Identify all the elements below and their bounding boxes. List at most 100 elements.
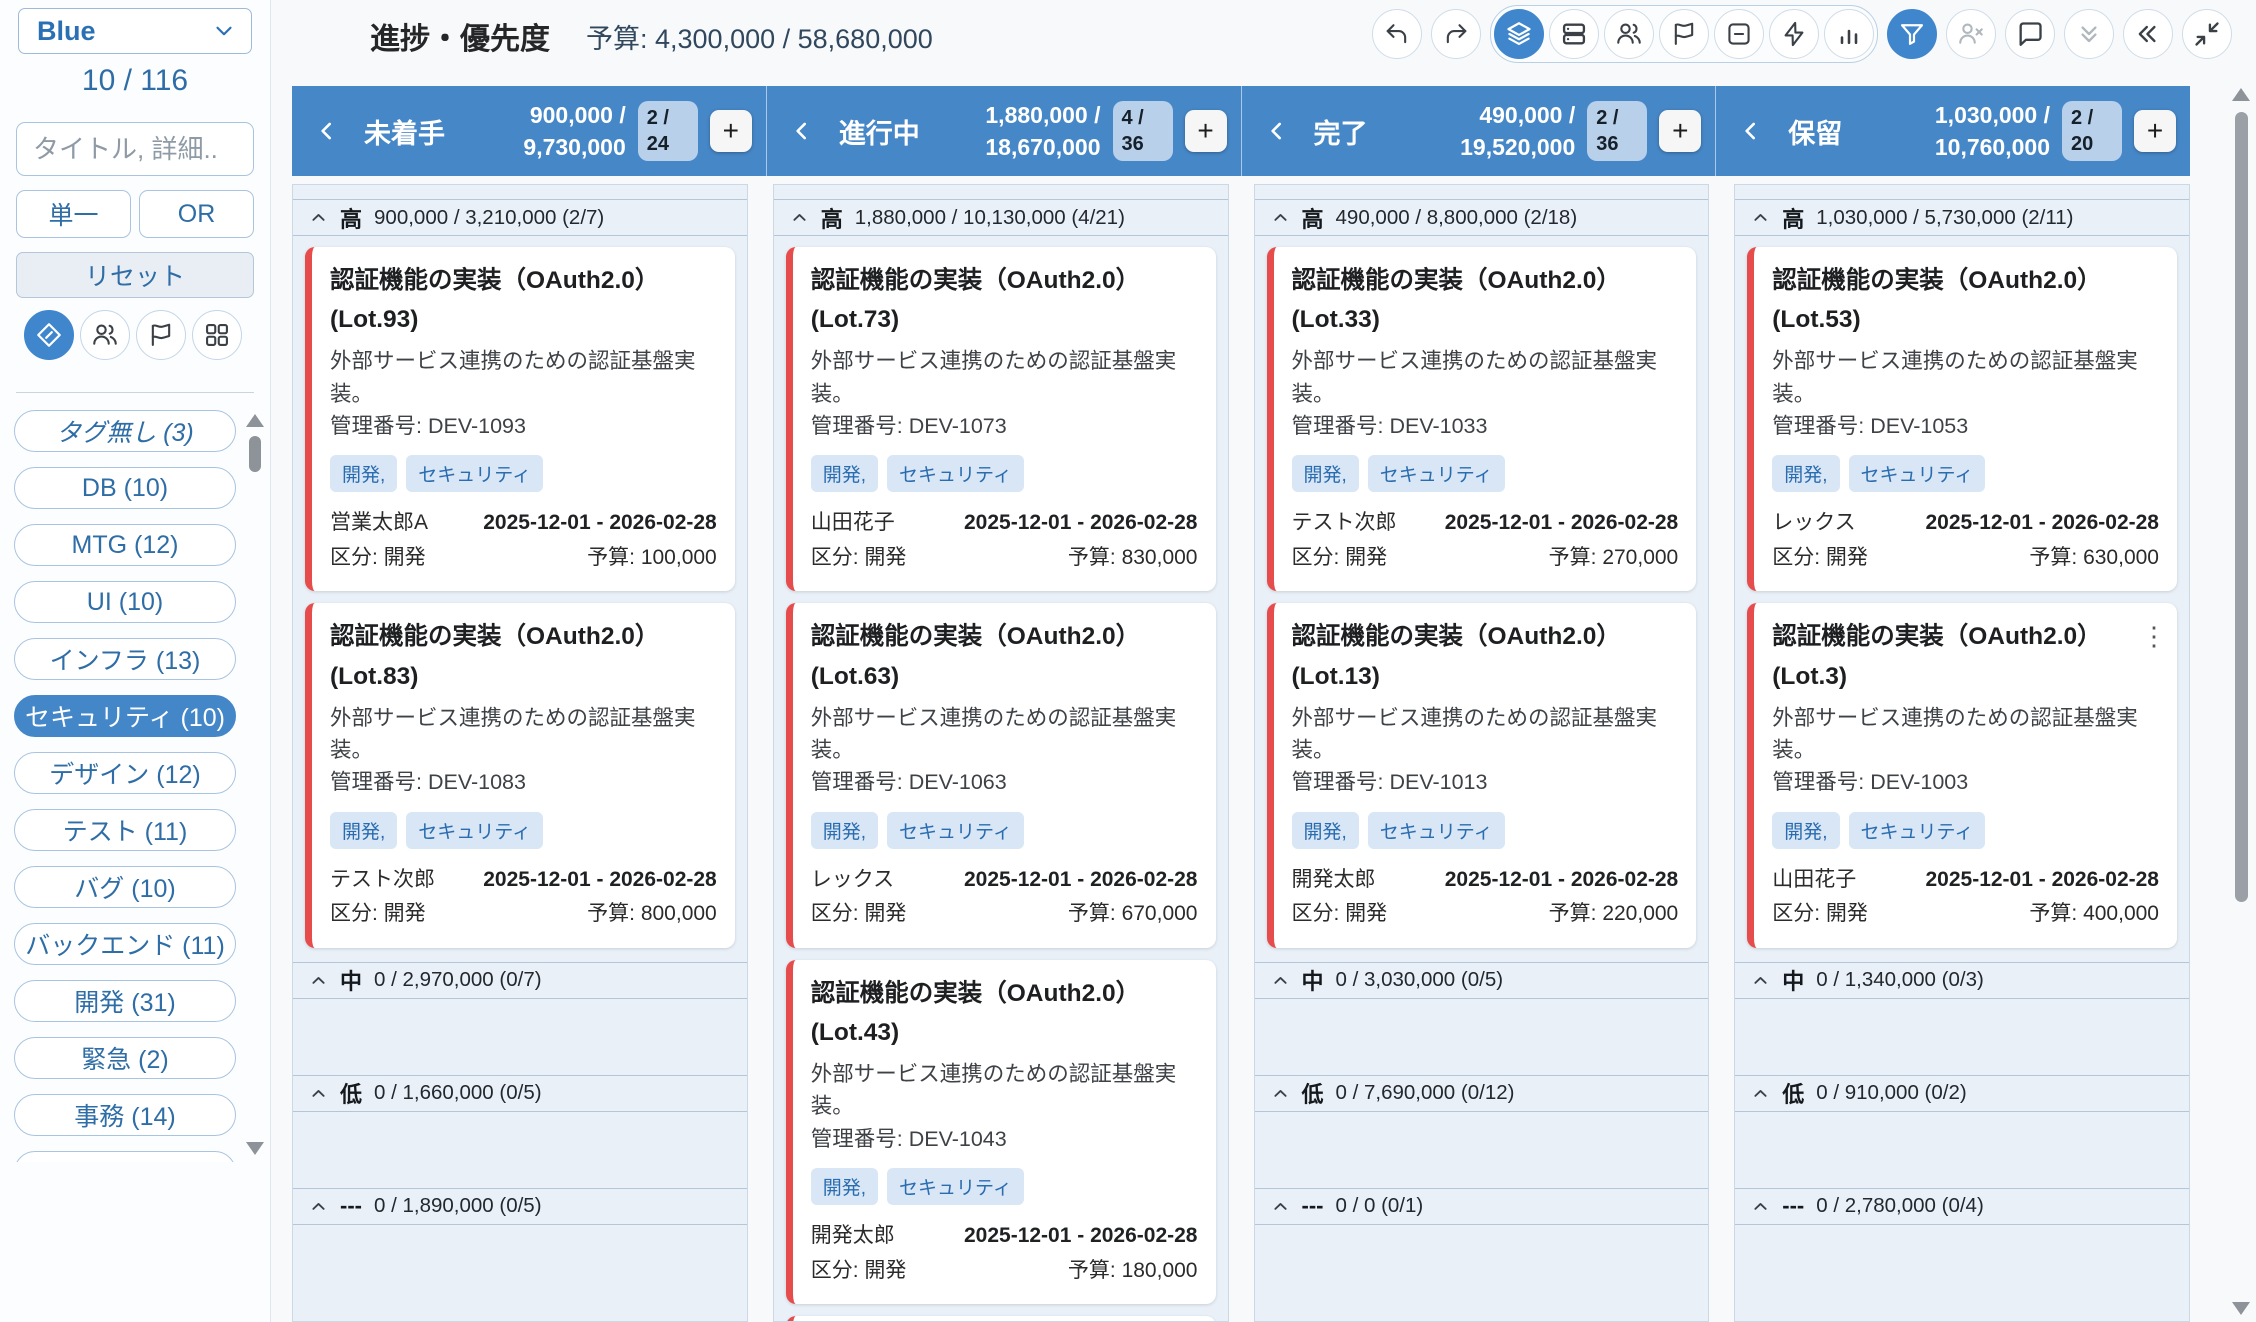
empty-group-dropzone[interactable] (1255, 999, 1709, 1061)
column-collapse-chevron-left-icon[interactable] (789, 118, 815, 144)
bar-chart-button[interactable] (1824, 9, 1874, 59)
minimize-button[interactable] (2182, 9, 2232, 59)
add-card-button[interactable]: + (1659, 110, 1701, 152)
filter-button[interactable] (1887, 9, 1937, 59)
minus-square-button[interactable] (1714, 9, 1764, 59)
chevrons-down-button[interactable] (2064, 9, 2114, 59)
tag-pill[interactable]: 緊急 (2) (14, 1037, 236, 1079)
card-tag-chip: 開発, (811, 812, 878, 849)
tag-pill[interactable]: DB (10) (14, 467, 236, 509)
priority-group-header[interactable]: 高490,000 / 8,800,000 (2/18) (1255, 199, 1709, 236)
card-tag-chip: 開発, (1292, 812, 1359, 849)
sidebar-scroll-up-arrow[interactable] (246, 414, 264, 427)
grid-filter-button[interactable] (192, 310, 242, 360)
board-scroll-down-arrow[interactable] (2232, 1302, 2250, 1315)
task-card[interactable]: 認証機能の実装（OAuth2.0）(Lot.23)外部サービス連携のための認証基… (786, 1316, 1216, 1322)
chevrons-left-button[interactable] (2123, 9, 2173, 59)
add-card-button[interactable]: + (1185, 110, 1227, 152)
tag-pill[interactable]: 開発 (31) (14, 980, 236, 1022)
or-mode-button[interactable]: OR (139, 190, 254, 238)
task-card[interactable]: 認証機能の実装（OAuth2.0）(Lot.43)外部サービス連携のための認証基… (786, 960, 1216, 1304)
empty-group-dropzone[interactable] (1735, 999, 2189, 1061)
card-dates: 2025-12-01 - 2026-02-28 (1925, 863, 2159, 898)
tag-filter-button[interactable] (24, 310, 74, 360)
redo-button[interactable] (1431, 9, 1481, 59)
task-card[interactable]: 認証機能の実装（OAuth2.0）(Lot.73)外部サービス連携のための認証基… (786, 247, 1216, 591)
user-x-button[interactable] (1946, 9, 1996, 59)
task-card[interactable]: 認証機能の実装（OAuth2.0）(Lot.83)外部サービス連携のための認証基… (305, 603, 735, 947)
user-x-icon (1957, 20, 1985, 48)
message-button[interactable] (2005, 9, 2055, 59)
card-assignee: 山田花子 (1772, 863, 1856, 898)
empty-group-dropzone[interactable] (1255, 1112, 1709, 1174)
tag-pill[interactable]: MTG (12) (14, 524, 236, 566)
board-scrollbar-thumb[interactable] (2235, 112, 2248, 902)
priority-group-header[interactable]: 高1,880,000 / 10,130,000 (4/21) (774, 199, 1228, 236)
empty-group-dropzone[interactable] (293, 1225, 747, 1287)
priority-label: 中 (1782, 964, 1804, 996)
priority-group-header[interactable]: 高900,000 / 3,210,000 (2/7) (293, 199, 747, 236)
tag-pill[interactable]: デザイン (12) (14, 752, 236, 794)
layers-button[interactable] (1494, 9, 1544, 59)
flag-filter-button[interactable] (136, 310, 186, 360)
reset-button[interactable]: リセット (16, 252, 254, 298)
board-scroll-up-arrow[interactable] (2232, 88, 2250, 101)
add-card-button[interactable]: + (2134, 110, 2176, 152)
column-name: 保留 (1788, 112, 1842, 151)
theme-select[interactable]: Blue (18, 8, 252, 54)
priority-group-header[interactable]: 中0 / 2,970,000 (0/7) (293, 962, 747, 999)
tag-pill[interactable]: テスト (11) (14, 809, 236, 851)
card-budget: 予算: 180,000 (1068, 1254, 1198, 1289)
zap-button[interactable] (1769, 9, 1819, 59)
tag-pill[interactable]: UI (10) (14, 581, 236, 623)
task-card[interactable]: 認証機能の実装（OAuth2.0）(Lot.63)外部サービス連携のための認証基… (786, 603, 1216, 947)
task-card[interactable]: 認証機能の実装（OAuth2.0）(Lot.53)外部サービス連携のための認証基… (1747, 247, 2177, 591)
priority-group-header[interactable]: ---0 / 1,890,000 (0/5) (293, 1188, 747, 1225)
task-card[interactable]: 認証機能の実装（OAuth2.0）(Lot.33)外部サービス連携のための認証基… (1267, 247, 1697, 591)
task-card[interactable]: 認証機能の実装（OAuth2.0）(Lot.3)外部サービス連携のための認証基盤… (1747, 603, 2177, 947)
priority-group-header[interactable]: 中0 / 3,030,000 (0/5) (1255, 962, 1709, 999)
priority-group-header[interactable]: 低0 / 7,690,000 (0/12) (1255, 1075, 1709, 1112)
priority-group-header[interactable]: 低0 / 910,000 (0/2) (1735, 1075, 2189, 1112)
priority-group-header[interactable]: ---0 / 2,780,000 (0/4) (1735, 1188, 2189, 1225)
undo-button[interactable] (1372, 9, 1422, 59)
priority-group-header[interactable]: 高1,030,000 / 5,730,000 (2/11) (1735, 199, 2189, 236)
card-dates: 2025-12-01 - 2026-02-28 (964, 863, 1198, 898)
card-meta: テスト次郎2025-12-01 - 2026-02-28区分: 開発予算: 80… (330, 863, 717, 932)
rows-button[interactable] (1549, 9, 1599, 59)
tag-pill[interactable]: バックエンド (11) (14, 923, 236, 965)
priority-group-header[interactable]: 中0 / 1,340,000 (0/3) (1735, 962, 2189, 999)
card-title: 認証機能の実装（OAuth2.0）(Lot.53) (1772, 261, 2159, 339)
card-dates: 2025-12-01 - 2026-02-28 (964, 1219, 1198, 1254)
empty-group-dropzone[interactable] (293, 1112, 747, 1174)
single-mode-button[interactable]: 単一 (16, 190, 131, 238)
tag-pill-partial[interactable] (14, 1151, 236, 1162)
empty-group-dropzone[interactable] (1735, 1225, 2189, 1287)
search-input[interactable] (16, 122, 254, 176)
column-collapse-chevron-left-icon[interactable] (1264, 118, 1290, 144)
empty-group-dropzone[interactable] (293, 999, 747, 1061)
users-button[interactable] (1604, 9, 1654, 59)
priority-group-header[interactable]: 低0 / 1,660,000 (0/5) (293, 1075, 747, 1112)
tag-pill[interactable]: タグ無し (3) (14, 410, 236, 452)
tag-pill[interactable]: セキュリティ (10) (14, 695, 236, 737)
empty-group-dropzone[interactable] (1255, 1225, 1709, 1287)
sidebar-scrollbar-thumb[interactable] (249, 436, 261, 472)
task-card[interactable]: 認証機能の実装（OAuth2.0）(Lot.93)外部サービス連携のための認証基… (305, 247, 735, 591)
card-menu-button[interactable]: ⋮ (2135, 615, 2169, 655)
users-filter-button[interactable] (80, 310, 130, 360)
grid-icon (203, 321, 231, 349)
chevron-up-icon (1271, 971, 1290, 990)
add-card-button[interactable]: + (710, 110, 752, 152)
tag-pill[interactable]: インフラ (13) (14, 638, 236, 680)
tag-pill[interactable]: 事務 (14) (14, 1094, 236, 1136)
sidebar-scroll-down-arrow[interactable] (246, 1142, 264, 1155)
priority-group-header[interactable]: ---0 / 0 (0/1) (1255, 1188, 1709, 1225)
tag-pill[interactable]: バグ (10) (14, 866, 236, 908)
zap-icon (1780, 20, 1808, 48)
task-card[interactable]: 認証機能の実装（OAuth2.0）(Lot.13)外部サービス連携のための認証基… (1267, 603, 1697, 947)
flag-button[interactable] (1659, 9, 1709, 59)
empty-group-dropzone[interactable] (1735, 1112, 2189, 1174)
column-collapse-chevron-left-icon[interactable] (314, 118, 340, 144)
column-collapse-chevron-left-icon[interactable] (1738, 118, 1764, 144)
